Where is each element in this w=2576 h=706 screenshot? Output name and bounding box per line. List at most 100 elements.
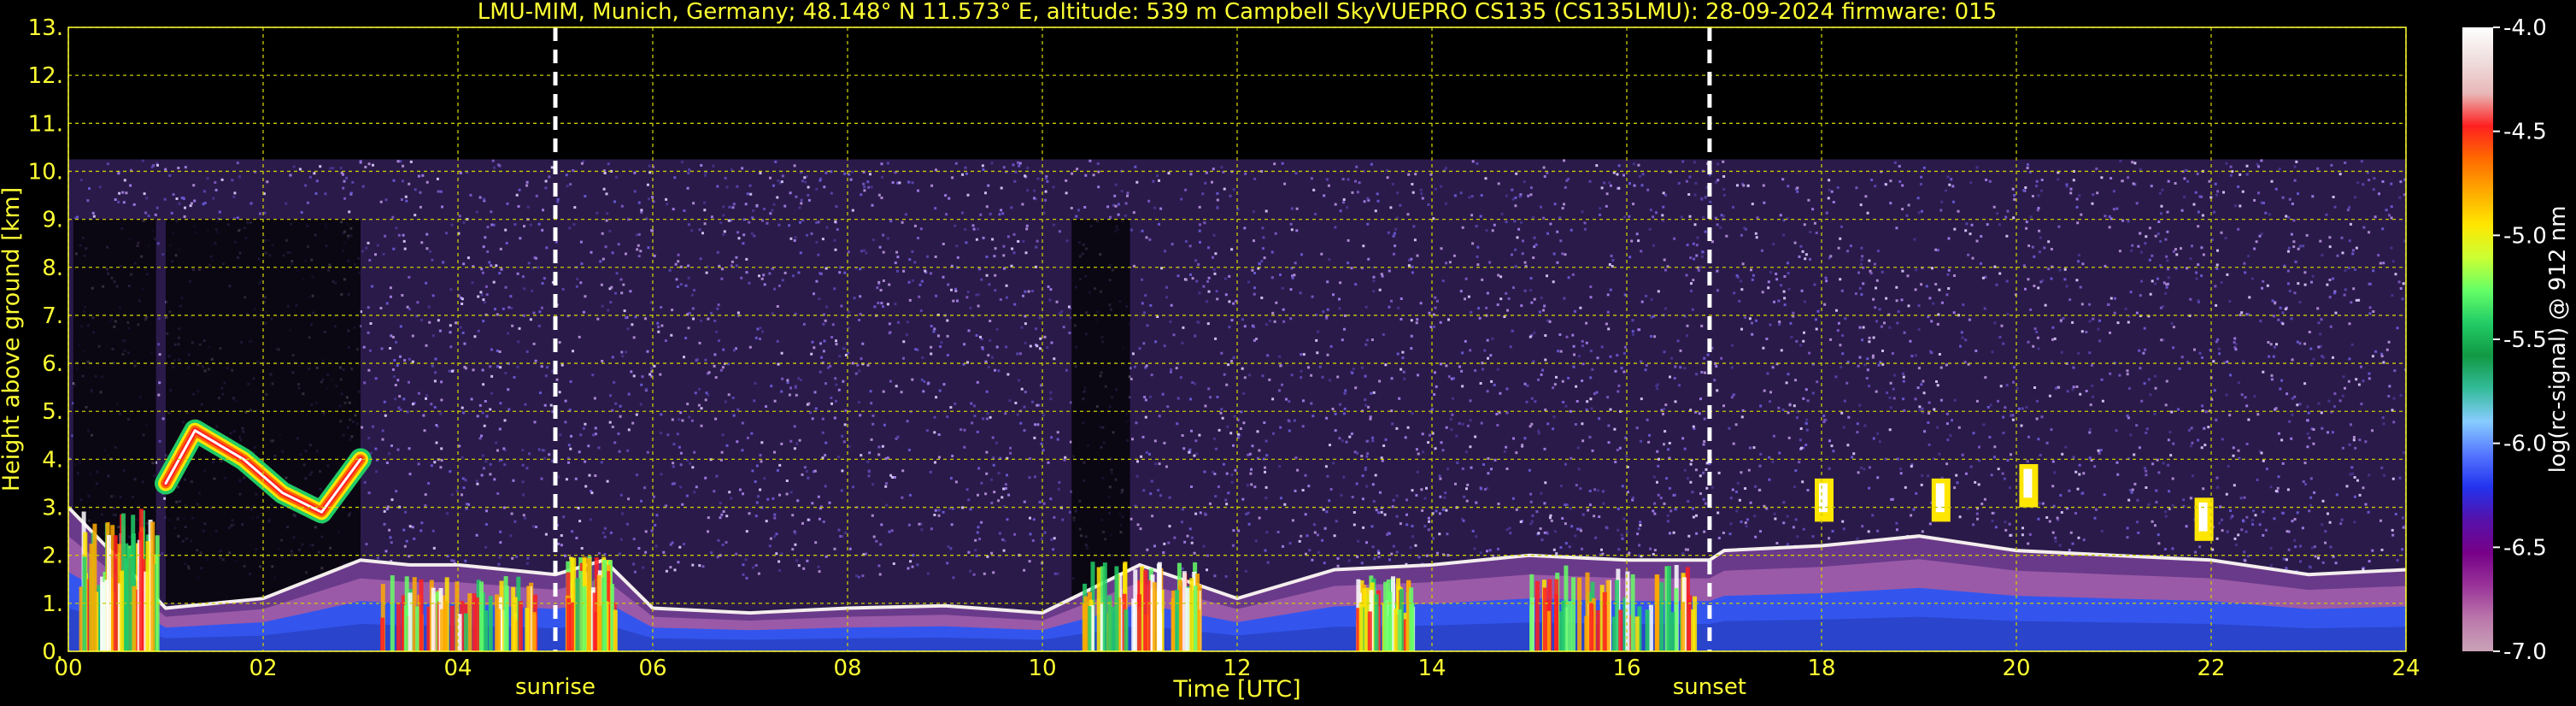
- colorbar-ticks: -4.0 -4.5 -5.0 -5.5 -6.0 -6.5 -7.0: [2493, 15, 2547, 665]
- convective-column: [1615, 580, 1619, 651]
- colorbar-tick-label: -6.0: [2503, 432, 2547, 457]
- convective-column: [1625, 571, 1630, 651]
- convective-column: [1571, 577, 1576, 651]
- convective-column: [415, 606, 420, 651]
- convective-column: [1691, 609, 1696, 651]
- convective-column: [145, 541, 150, 651]
- convective-column: [1175, 590, 1180, 651]
- y-tick-label: 3.: [42, 496, 63, 521]
- y-tick-label: 9.: [42, 208, 63, 233]
- x-tick-label: 24: [2391, 656, 2420, 681]
- y-tick-label: 11.: [28, 111, 63, 137]
- convective-column: [1654, 574, 1659, 651]
- convective-column: [1602, 591, 1607, 651]
- colorbar: -4.0 -4.5 -5.0 -5.5 -6.0 -6.5 -7.0 log(rc-sign…: [2462, 15, 2571, 665]
- convective-column: [1645, 609, 1650, 651]
- convective-column: [596, 574, 601, 651]
- ceilometer-chart: LMU-MIM, Munich, Germany; 48.148° N 11.5…: [0, 0, 2571, 703]
- y-tick-label: 13.: [28, 15, 63, 41]
- convective-column: [1584, 615, 1589, 651]
- convective-column: [127, 548, 132, 651]
- convective-column: [1131, 598, 1136, 651]
- convective-column: [1124, 609, 1129, 651]
- convective-column: [1561, 600, 1566, 651]
- event-label-sunrise: sunrise: [515, 674, 596, 700]
- colorbar-bar: [2462, 27, 2493, 651]
- convective-column: [1596, 609, 1601, 651]
- convective-column: [120, 570, 125, 651]
- y-tick-label: 12.: [28, 63, 63, 89]
- convective-column: [1630, 574, 1635, 651]
- convective-column: [575, 578, 580, 651]
- convective-column: [531, 612, 537, 651]
- convective-column: [1529, 574, 1534, 651]
- convective-column: [602, 559, 607, 651]
- convective-column: [92, 523, 97, 651]
- convective-column: [1589, 603, 1594, 651]
- convective-column: [150, 521, 155, 651]
- residual-cloud-core: [2023, 468, 2033, 498]
- y-tick-label: 10.: [28, 159, 63, 185]
- y-tick-label: 2.: [42, 544, 63, 569]
- y-axis-label: Height above ground [km]: [0, 187, 25, 491]
- convective-column: [1156, 563, 1161, 651]
- convective-column: [1388, 616, 1393, 651]
- convective-column: [1634, 616, 1640, 651]
- convective-column: [419, 579, 424, 651]
- convective-column: [1383, 581, 1388, 651]
- convective-column: [1367, 611, 1372, 651]
- convective-column: [1114, 566, 1119, 651]
- chart-title: LMU-MIM, Munich, Germany; 48.148° N 11.5…: [478, 0, 1997, 25]
- convective-column: [1394, 609, 1399, 651]
- colorbar-tick-label: -5.5: [2503, 327, 2547, 353]
- convective-column: [1189, 578, 1194, 651]
- x-tick-label: 18: [1807, 656, 1835, 681]
- convective-column: [1667, 566, 1671, 651]
- x-tick-label: 22: [2197, 656, 2225, 681]
- convective-column: [82, 556, 87, 651]
- convective-column: [431, 587, 436, 651]
- convective-column: [1143, 569, 1148, 651]
- colorbar-tick-label: -7.0: [2503, 639, 2547, 665]
- x-tick-label: 16: [1612, 656, 1640, 681]
- y-tick-label: 1.: [42, 591, 63, 617]
- convective-column: [1409, 587, 1414, 651]
- y-tick-label: 7.: [42, 303, 63, 329]
- y-axis-ticks: 0.1.2.3.4.5.6.7.8.9.10.11.12.13.: [28, 15, 63, 665]
- convective-column: [582, 586, 587, 651]
- x-axis-label: Time [UTC]: [1172, 676, 1300, 703]
- convective-column: [380, 617, 385, 651]
- x-tick-label: 04: [443, 656, 472, 681]
- convective-column: [1358, 602, 1364, 651]
- y-tick-label: 6.: [42, 351, 63, 377]
- x-tick-label: 14: [1417, 656, 1446, 681]
- convective-column: [479, 581, 484, 651]
- convective-column: [1659, 582, 1664, 651]
- convective-column: [132, 585, 137, 651]
- convective-column: [488, 596, 493, 651]
- x-tick-label: 02: [249, 656, 277, 681]
- x-tick-label: 20: [2002, 656, 2030, 681]
- convective-column: [390, 575, 395, 651]
- x-tick-label: 08: [833, 656, 861, 681]
- x-tick-label: 10: [1028, 656, 1056, 681]
- convective-column: [449, 605, 455, 651]
- y-tick-label: 8.: [42, 256, 63, 281]
- convective-column: [503, 576, 508, 651]
- convective-column: [566, 597, 572, 651]
- y-tick-label: 5.: [42, 399, 63, 425]
- convective-column: [1577, 577, 1582, 651]
- convective-column: [1082, 603, 1087, 651]
- convective-column: [1397, 609, 1402, 651]
- colorbar-tick-label: -5.0: [2503, 223, 2547, 249]
- event-label-sunset: sunset: [1673, 674, 1746, 700]
- colorbar-tick-label: -4.0: [2503, 15, 2547, 41]
- convective-column: [1648, 604, 1653, 651]
- convective-column: [467, 593, 472, 651]
- convective-column: [1182, 571, 1187, 651]
- convective-column: [113, 535, 118, 651]
- x-tick-label: 06: [638, 656, 666, 681]
- convective-column: [1542, 587, 1547, 651]
- convective-column: [1102, 562, 1107, 651]
- convective-column: [104, 580, 109, 651]
